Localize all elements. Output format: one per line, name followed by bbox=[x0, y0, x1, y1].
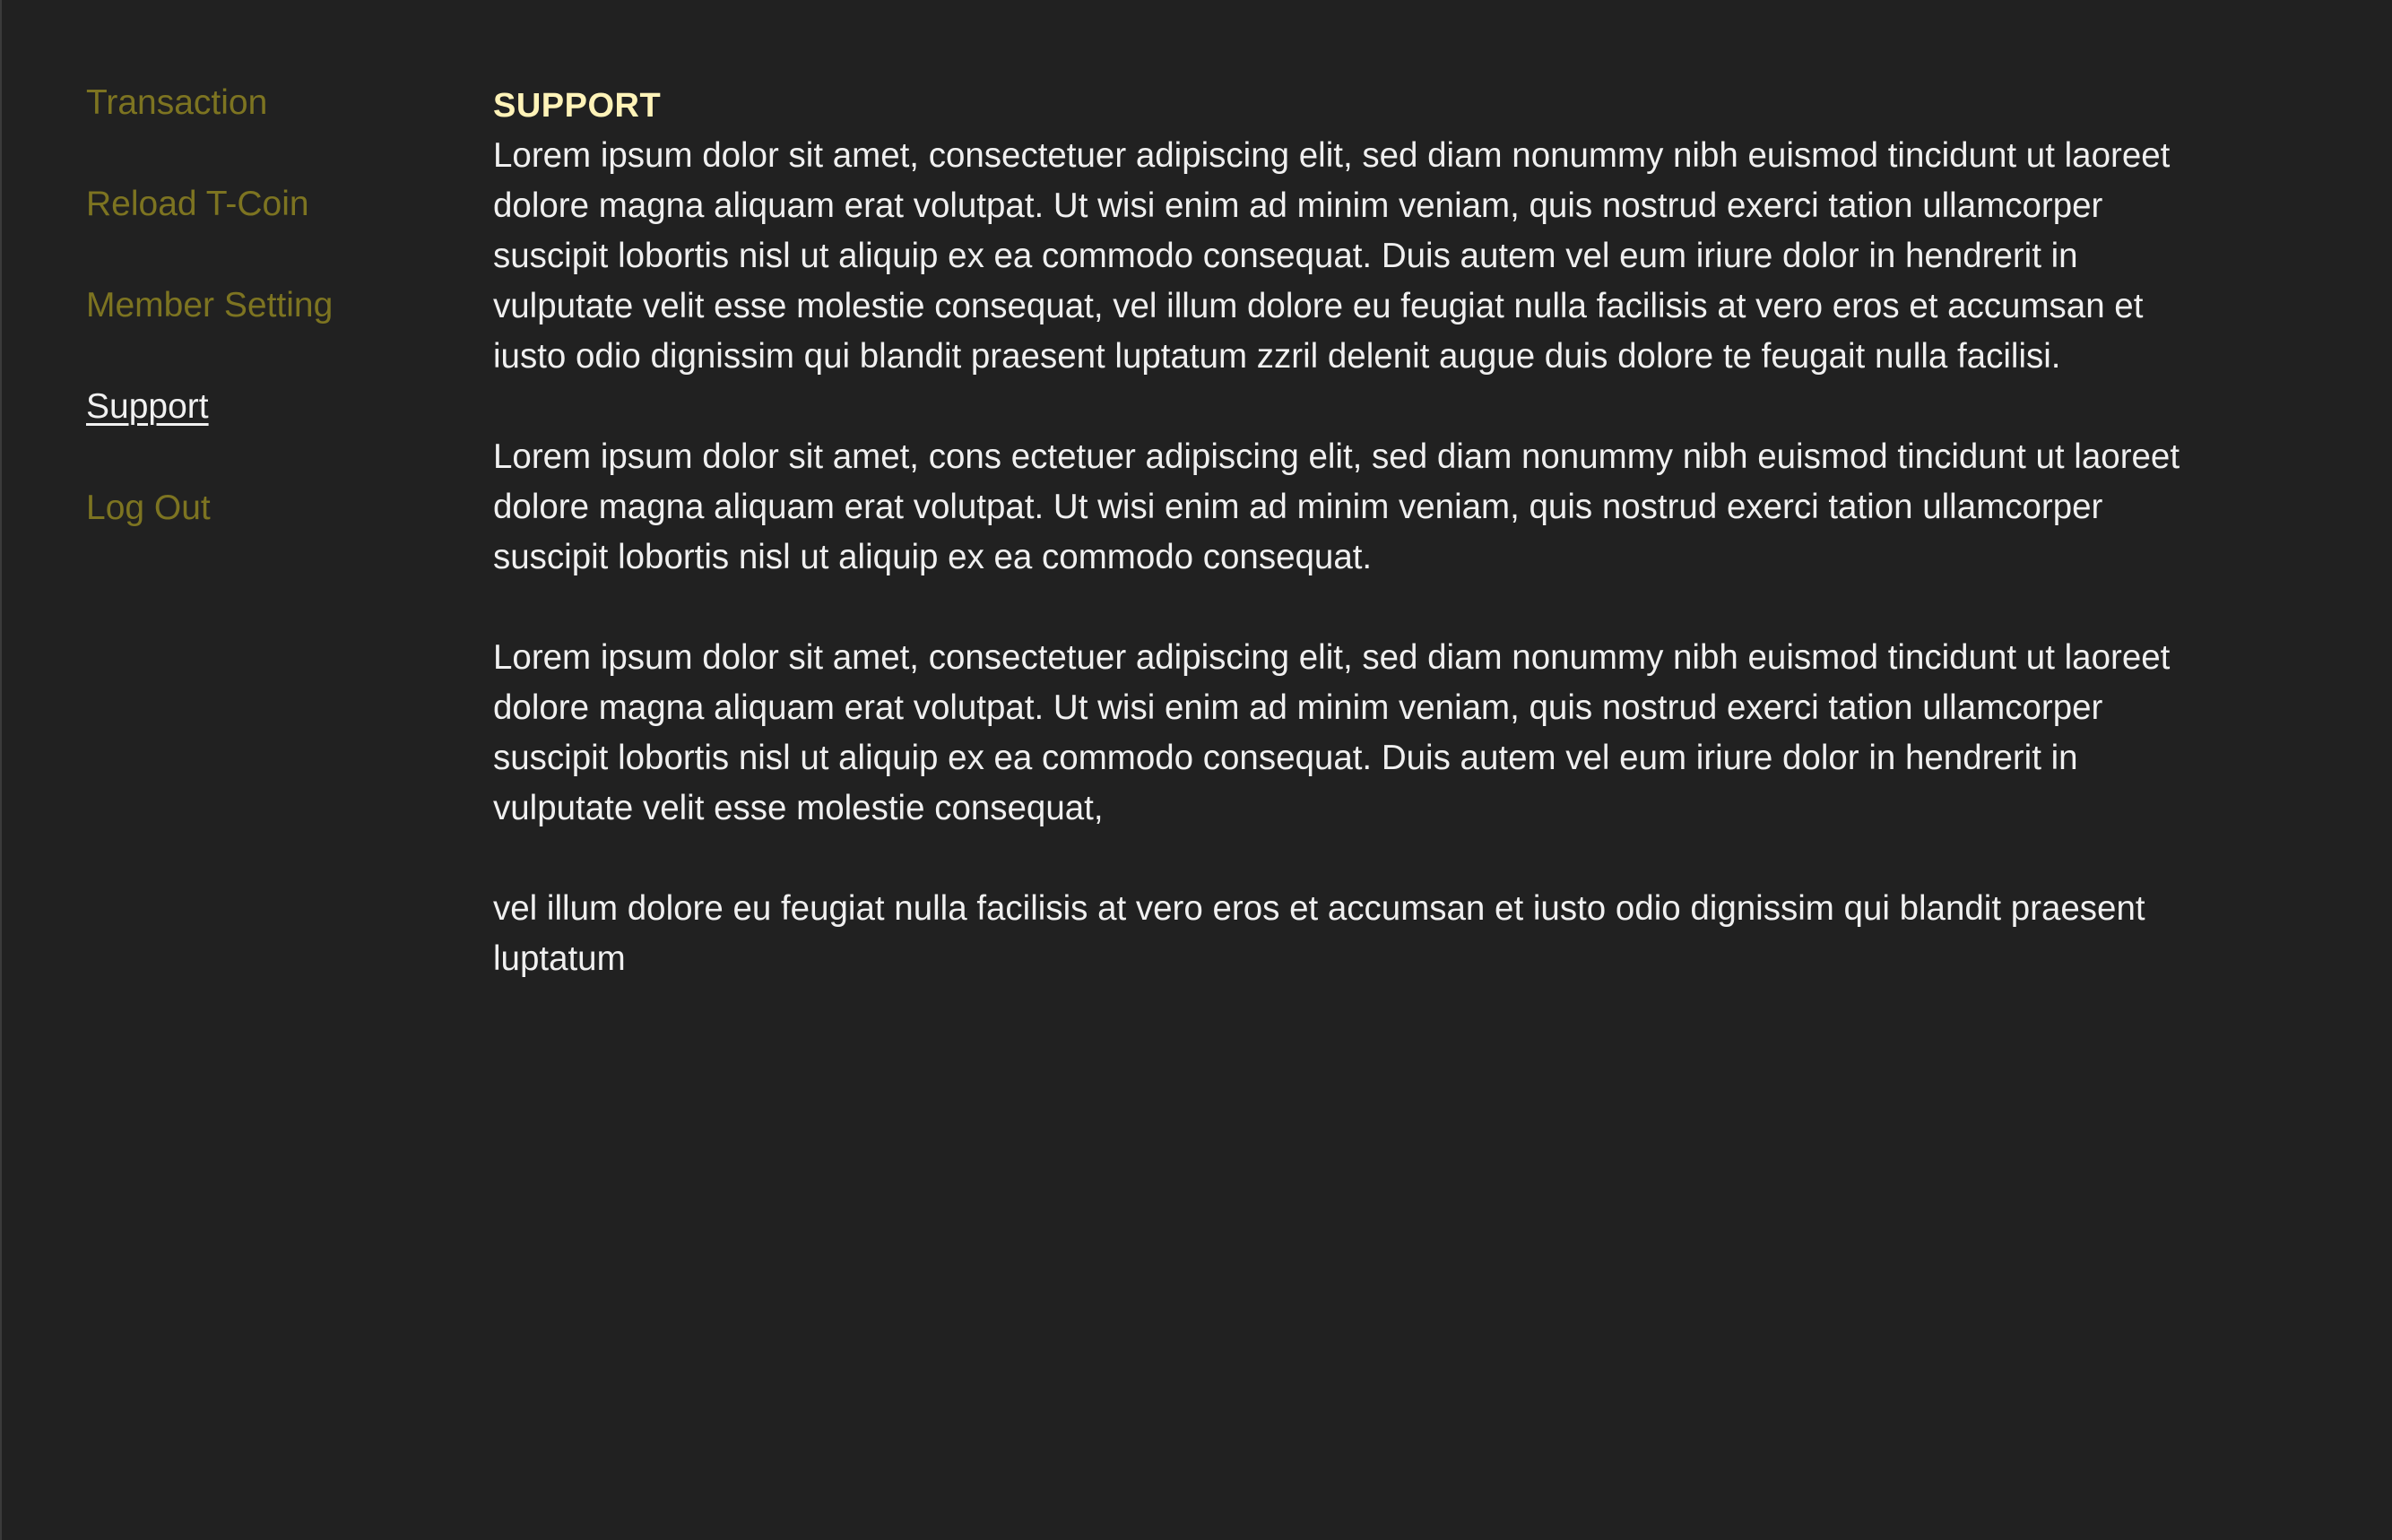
sidebar-nav: Transaction Reload T-Coin Member Setting… bbox=[86, 77, 463, 584]
sidebar-item-reload-t-coin[interactable]: Reload T-Coin bbox=[86, 178, 463, 280]
page-title: SUPPORT bbox=[493, 87, 662, 125]
page-edge bbox=[0, 0, 2, 1540]
sidebar-item-support[interactable]: Support bbox=[86, 381, 463, 482]
sidebar-item-member-setting[interactable]: Member Setting bbox=[86, 280, 463, 381]
support-paragraph-4: vel illum dolore eu feugiat nulla facili… bbox=[493, 889, 2145, 978]
support-paragraph-3: Lorem ipsum dolor sit amet, consectetuer… bbox=[493, 638, 2171, 827]
support-paragraph-1: Lorem ipsum dolor sit amet, consectetuer… bbox=[493, 136, 2171, 376]
sidebar-item-transaction[interactable]: Transaction bbox=[86, 77, 463, 178]
support-content: SUPPORT Lorem ipsum dolor sit amet, cons… bbox=[493, 81, 2223, 1034]
support-paragraph-2: Lorem ipsum dolor sit amet, cons ectetue… bbox=[493, 437, 2180, 576]
sidebar-item-log-out[interactable]: Log Out bbox=[86, 482, 463, 584]
